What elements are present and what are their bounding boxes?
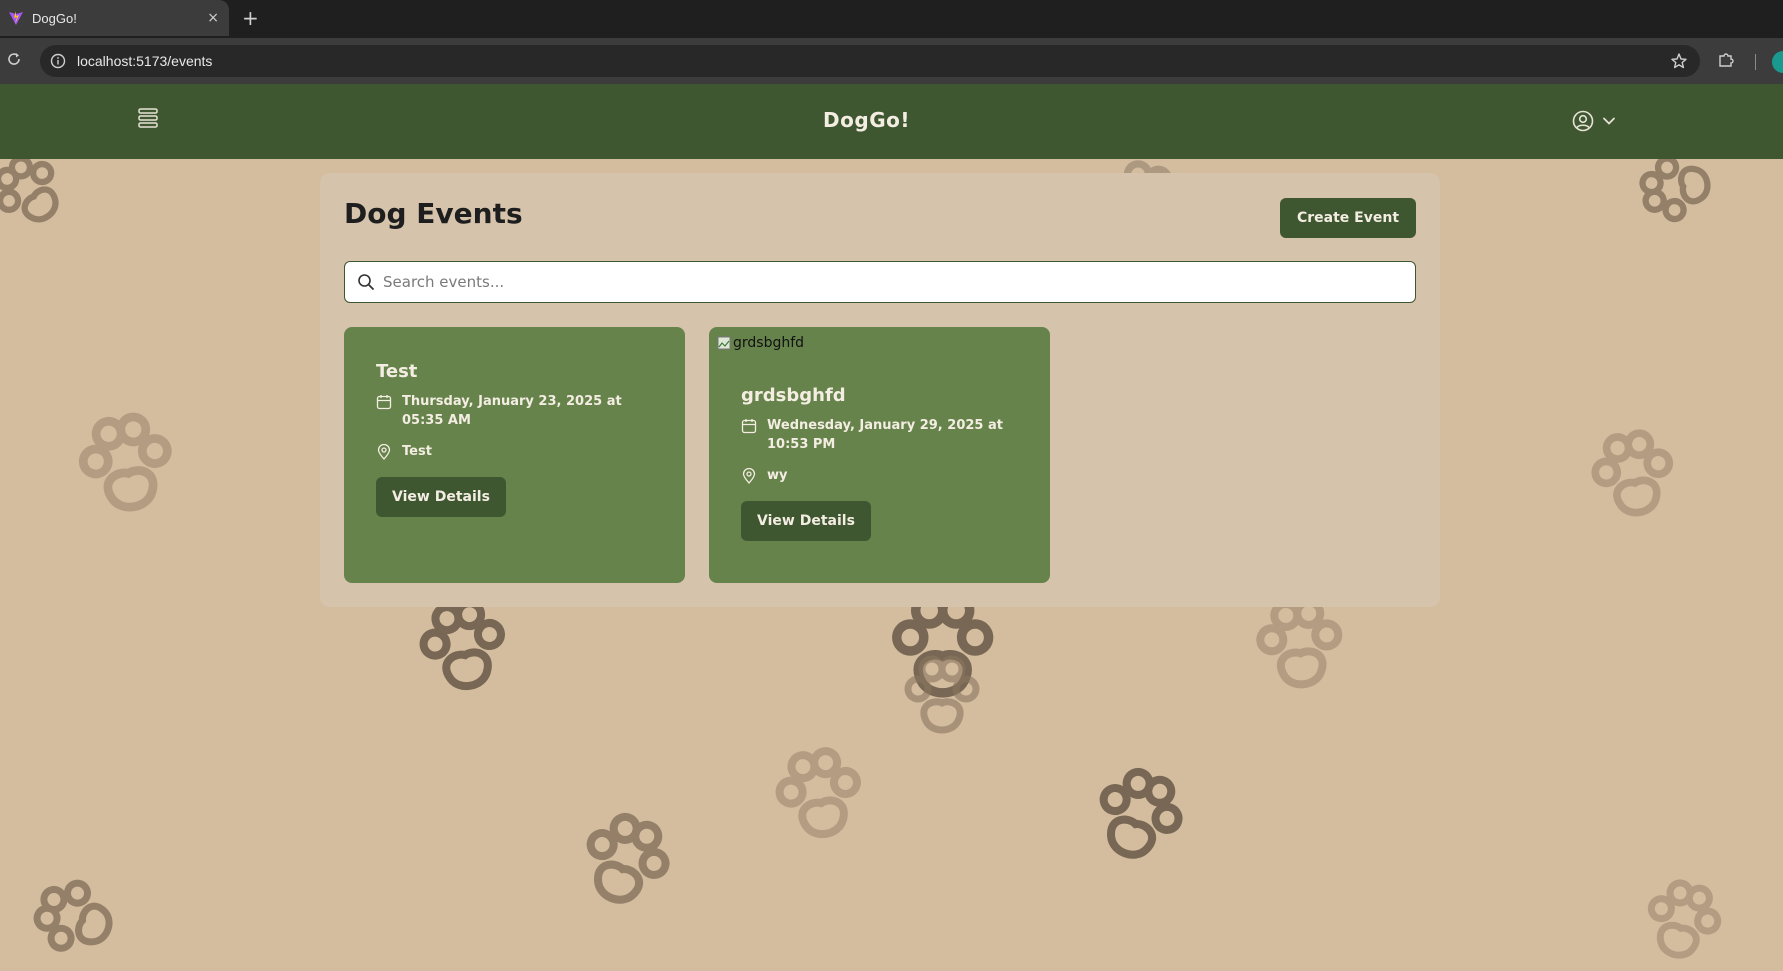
app-header: DogGo! — [0, 84, 1783, 159]
event-date-row: Thursday, January 23, 2025 at 05:35 AM — [376, 392, 666, 430]
paw-print-icon — [418, 599, 509, 693]
event-title: grdsbghfd — [741, 385, 846, 406]
account-menu-button[interactable] — [1572, 110, 1616, 132]
brand-logo-text[interactable]: DogGo! — [0, 108, 1733, 132]
user-circle-icon — [1572, 110, 1594, 132]
site-info-icon[interactable] — [50, 53, 66, 69]
event-card-body: grdsbghfd Wednesday, January 29, 2025 at… — [741, 385, 1031, 541]
event-card-body: Test Thursday, January 23, 2025 at 05:35… — [376, 361, 666, 517]
events-panel: Dog Events Create Event Test Thursday, J… — [320, 173, 1440, 607]
page-title: Dog Events — [344, 197, 523, 230]
event-date-row: Wednesday, January 29, 2025 at 10:53 PM — [741, 416, 1031, 454]
calendar-icon — [741, 419, 757, 434]
map-pin-icon — [377, 444, 391, 460]
event-title: Test — [376, 361, 418, 382]
event-date: Thursday, January 23, 2025 at 05:35 AM — [402, 394, 622, 428]
browser-tabstrip: DogGo! × + — [0, 0, 1783, 38]
event-location-row: Test — [376, 442, 666, 461]
bookmark-star-icon[interactable] — [1670, 52, 1688, 70]
search-icon — [358, 274, 374, 290]
event-location-row: wy — [741, 466, 1031, 485]
vite-favicon-icon — [9, 11, 23, 25]
paw-print-icon — [1639, 159, 1713, 224]
browser-toolbar: localhost:5173/events — [0, 38, 1783, 84]
paw-print-icon — [1257, 600, 1342, 688]
event-card: Test Thursday, January 23, 2025 at 05:35… — [344, 327, 685, 583]
address-bar[interactable]: localhost:5173/events — [40, 45, 1700, 77]
event-image-broken: grdsbghfd — [717, 335, 804, 351]
new-tab-button[interactable]: + — [242, 6, 259, 30]
search-input[interactable] — [383, 262, 1403, 301]
map-pin-icon — [742, 468, 756, 484]
broken-image-icon — [717, 336, 731, 350]
paw-print-icon — [774, 747, 865, 841]
paw-print-icon — [1088, 763, 1189, 866]
paw-print-icon — [1590, 429, 1677, 519]
search-box[interactable] — [344, 261, 1416, 303]
event-date: Wednesday, January 29, 2025 at 10:53 PM — [767, 418, 1003, 452]
view-details-button[interactable]: View Details — [376, 477, 506, 517]
paw-print-icon — [0, 159, 73, 235]
event-card: grdsbghfd grdsbghfd Wednesday, January 2… — [709, 327, 1050, 583]
paw-print-icon — [1641, 877, 1725, 963]
tab-close-icon[interactable]: × — [207, 10, 219, 26]
browser-profile-avatar[interactable] — [1772, 51, 1783, 73]
reload-icon[interactable] — [6, 51, 22, 67]
tab-title: DogGo! — [32, 10, 77, 26]
url-text[interactable]: localhost:5173/events — [77, 53, 212, 69]
paw-print-icon — [29, 873, 119, 961]
event-location: wy — [767, 468, 788, 483]
event-image-alt: grdsbghfd — [733, 335, 805, 351]
event-location: Test — [402, 444, 432, 459]
browser-tab[interactable]: DogGo! × — [0, 0, 229, 36]
extensions-puzzle-icon[interactable] — [1717, 51, 1735, 69]
calendar-icon — [376, 395, 392, 410]
paw-print-icon — [575, 808, 676, 911]
chevron-down-icon — [1603, 117, 1615, 125]
paw-print-icon — [77, 412, 176, 514]
create-event-button[interactable]: Create Event — [1280, 198, 1416, 238]
view-details-button[interactable]: View Details — [741, 501, 871, 541]
toolbar-divider — [1755, 54, 1756, 70]
